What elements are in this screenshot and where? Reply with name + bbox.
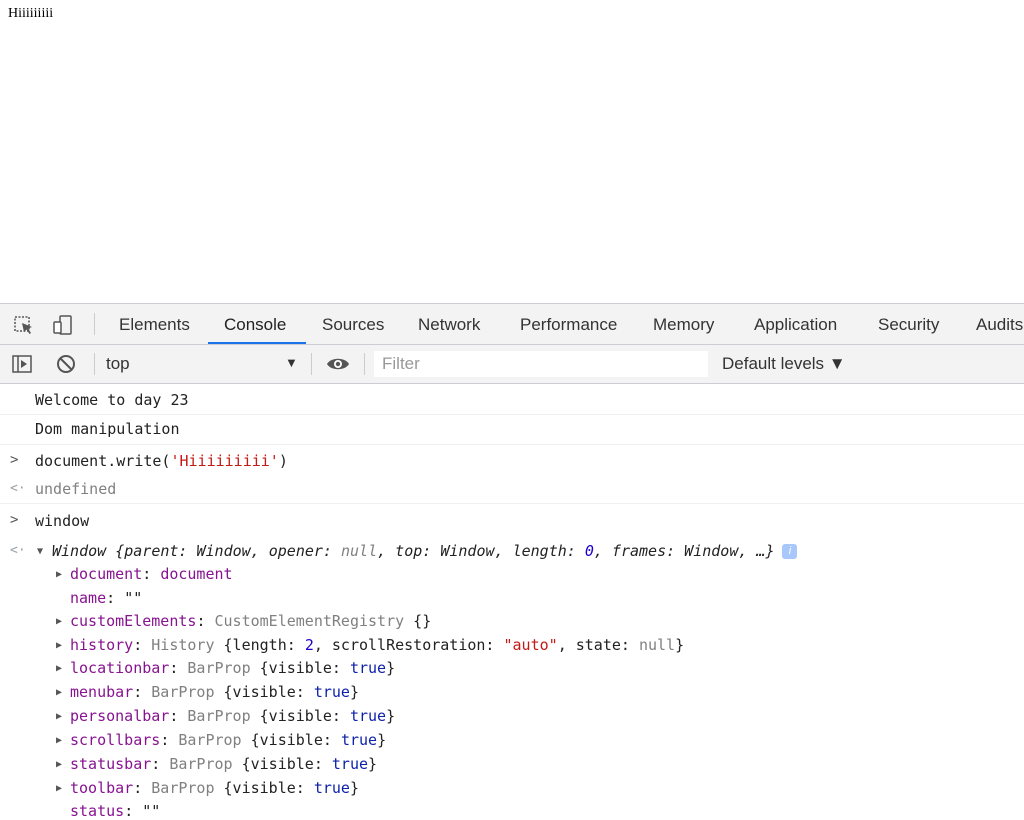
- result-arrow-icon: <·: [10, 543, 26, 558]
- live-expression-eye-icon[interactable]: [326, 353, 349, 375]
- toolbar-divider: [311, 353, 312, 375]
- prompt-chevron-icon: >: [10, 452, 19, 468]
- property-personalbar[interactable]: personalbar: BarProp {visible: true}: [70, 707, 395, 725]
- expand-triangle-icon[interactable]: ▼: [37, 546, 43, 557]
- tab-sources[interactable]: Sources: [322, 304, 384, 344]
- expand-triangle-icon[interactable]: ▶: [56, 711, 62, 722]
- console-input-entry: > window: [0, 505, 1024, 535]
- result-value: undefined: [35, 480, 117, 498]
- code-text: window: [35, 512, 90, 530]
- result-arrow-icon: <·: [10, 481, 26, 496]
- property-name: name: "": [70, 589, 143, 607]
- expand-triangle-icon[interactable]: ▶: [56, 735, 62, 746]
- property-scrollbars[interactable]: scrollbars: BarProp {visible: true}: [70, 731, 386, 749]
- filter-input[interactable]: [374, 351, 708, 377]
- inspect-element-icon[interactable]: [13, 314, 35, 336]
- console-log-message: Dom manipulation: [0, 414, 1024, 445]
- console-toolbar: top ▼ Default levels ▼: [0, 345, 1024, 384]
- tab-elements[interactable]: Elements: [119, 304, 190, 344]
- console-result-entry: <· undefined: [0, 475, 1024, 504]
- log-text: Dom manipulation: [35, 420, 180, 438]
- expand-triangle-icon[interactable]: ▶: [56, 616, 62, 627]
- device-toolbar-icon[interactable]: [52, 314, 74, 336]
- log-text: Welcome to day 23: [35, 391, 189, 409]
- expand-triangle-icon[interactable]: ▶: [56, 687, 62, 698]
- tab-security[interactable]: Security: [878, 304, 939, 344]
- context-dropdown-icon[interactable]: ▼: [285, 355, 298, 370]
- prompt-chevron-icon: >: [10, 512, 19, 528]
- toolbar-divider: [364, 353, 365, 375]
- active-tab-indicator: [208, 342, 306, 344]
- page-body-text: Hiiiiiiiii: [8, 6, 54, 21]
- console-log-message: Welcome to day 23: [0, 384, 1024, 415]
- expand-triangle-icon[interactable]: ▶: [56, 569, 62, 580]
- console-output: Welcome to day 23 Dom manipulation > doc…: [0, 384, 1024, 820]
- devtools-panel: Elements Console Sources Network Perform…: [0, 303, 1024, 820]
- expand-triangle-icon[interactable]: ▶: [56, 759, 62, 770]
- show-sidebar-icon[interactable]: [11, 353, 33, 375]
- tab-memory[interactable]: Memory: [653, 304, 714, 344]
- property-customElements[interactable]: customElements: CustomElementRegistry {}: [70, 612, 431, 630]
- property-menubar[interactable]: menubar: BarProp {visible: true}: [70, 683, 359, 701]
- window-summary[interactable]: Window {parent: Window, opener: null, to…: [52, 542, 798, 560]
- toolbar-divider: [94, 353, 95, 375]
- tab-console[interactable]: Console: [224, 304, 286, 344]
- expand-triangle-icon[interactable]: ▶: [56, 783, 62, 794]
- code-text: document.write(: [35, 452, 171, 470]
- window-object-tree: <· ▼ Window {parent: Window, opener: nul…: [0, 535, 1024, 820]
- devtools-tabbar: Elements Console Sources Network Perform…: [0, 304, 1024, 345]
- clear-console-icon[interactable]: [55, 353, 77, 375]
- page-viewport: Hiiiiiiiii: [0, 0, 1024, 303]
- string-literal: 'Hiiiiiiiii': [170, 452, 279, 470]
- tab-audits[interactable]: Audits: [976, 304, 1023, 344]
- property-locationbar[interactable]: locationbar: BarProp {visible: true}: [70, 659, 395, 677]
- console-input-entry: > document.write('Hiiiiiiiii'): [0, 445, 1024, 475]
- tab-application[interactable]: Application: [754, 304, 837, 344]
- toolbar-divider: [94, 313, 95, 335]
- property-statusbar[interactable]: statusbar: BarProp {visible: true}: [70, 755, 377, 773]
- expand-triangle-icon[interactable]: ▶: [56, 640, 62, 651]
- property-toolbar[interactable]: toolbar: BarProp {visible: true}: [70, 779, 359, 797]
- tab-performance[interactable]: Performance: [520, 304, 617, 344]
- log-levels-dropdown[interactable]: Default levels ▼: [722, 354, 846, 374]
- property-history[interactable]: history: History {length: 2, scrollResto…: [70, 636, 684, 654]
- context-selector[interactable]: top: [106, 352, 306, 376]
- info-badge-icon[interactable]: i: [782, 544, 798, 559]
- property-document[interactable]: document: document: [70, 565, 233, 583]
- code-text: ): [278, 452, 288, 470]
- tab-network[interactable]: Network: [418, 304, 480, 344]
- expand-triangle-icon[interactable]: ▶: [56, 663, 62, 674]
